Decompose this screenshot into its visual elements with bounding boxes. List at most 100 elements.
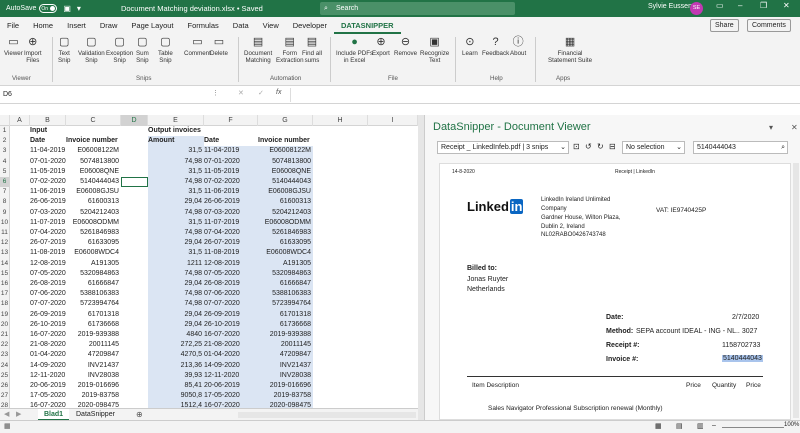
cell-output-date[interactable]: 12-08-2019 [204,258,258,269]
cell-d[interactable] [121,228,148,238]
row-header[interactable]: 2 [0,136,10,147]
column-header-h[interactable]: H [313,115,368,126]
quick-access-more-icon[interactable]: ▾ [77,4,81,13]
cell-output-invoice[interactable]: 5723994764 [258,299,313,310]
sheet-vertical-scrollbar[interactable] [418,115,424,420]
row-header[interactable]: 5 [0,166,10,177]
share-button[interactable]: Share [710,19,739,32]
cell-date[interactable]: 12-08-2019 [30,259,66,269]
cell-d[interactable] [121,208,148,218]
cell-amount[interactable]: 29,04 [148,309,204,320]
cell-output-invoice[interactable]: 61633095 [258,238,313,249]
cell-invoice-number[interactable]: 5723994764 [66,299,121,309]
cell-output-invoice[interactable]: 5261846983 [258,228,313,239]
fx-icon[interactable]: fx [276,89,281,96]
cell-invoice-number[interactable]: 61600313 [66,197,121,207]
cell-output-date[interactable]: 11-08-2019 [204,248,258,259]
ribbon-display-icon[interactable]: ▭ [716,1,724,10]
tab-view[interactable]: View [256,17,286,34]
cell-d[interactable] [121,269,148,279]
cell-date[interactable]: 11-07-2019 [30,218,66,228]
find-sums-button[interactable]: ▤ Find all sums [302,36,322,64]
cell-amount[interactable]: 31,5 [148,146,204,157]
cell-date[interactable]: 26-07-2019 [30,238,66,248]
row-header[interactable]: 16 [0,279,10,290]
cell-output-invoice[interactable]: 5320984863 [258,268,313,279]
cell-invoice-number[interactable]: 5074813800 [66,157,121,167]
about-button[interactable]: ⓘ About [510,36,526,57]
row-header[interactable]: 7 [0,187,10,198]
cell-invoice-number[interactable]: 20011145 [66,340,121,350]
cell-date[interactable]: 11-04-2019 [30,146,66,156]
cell-d[interactable] [121,299,148,309]
row-header[interactable]: 13 [0,248,10,259]
table-snip-button[interactable]: ▢ Table Snip [158,36,173,64]
remove-button[interactable]: ⊖ Remove [394,36,417,57]
autosave-toggle[interactable]: On [39,4,58,13]
cell-invoice-number[interactable]: E06008WDC4 [66,248,121,258]
cell-amount[interactable]: 39,93 [148,370,204,381]
cell-output-invoice[interactable]: INV21437 [258,360,313,371]
cell-d[interactable] [121,146,148,156]
column-header-e[interactable]: E [148,115,204,126]
toggle-button[interactable]: ● Include PDFs in Excel [336,36,373,64]
zoom-level[interactable]: 100% [784,422,799,428]
cell-invoice-number[interactable]: 5261846983 [66,228,121,238]
row-header[interactable]: 11 [0,228,10,239]
cell-amount[interactable]: 213,36 [148,360,204,371]
pane-close-icon[interactable]: ✕ [791,123,798,132]
exception-snip-button[interactable]: ▢ Exception Snip [106,36,133,64]
cell-d[interactable] [121,391,148,401]
cell-date[interactable]: 11-08-2019 [30,248,66,258]
cell-output-invoice[interactable]: 5204212403 [258,207,313,218]
enter-icon[interactable]: ✓ [258,89,264,97]
cell-d[interactable] [121,330,148,340]
column-header-f[interactable]: F [204,115,258,126]
page-layout-view-icon[interactable]: ▤ [676,422,683,430]
cell-amount[interactable]: 4840 [148,330,204,341]
save-icon[interactable]: ▣ [63,4,71,13]
row-header[interactable]: 15 [0,268,10,279]
cell-d[interactable] [121,371,148,381]
cell-output-date[interactable] [204,126,258,136]
cell-invoice-number[interactable]: 61633095 [66,238,121,248]
cell-output-date[interactable]: 11-07-2019 [204,217,258,228]
cell-output-date[interactable]: 07-06-2020 [204,289,258,300]
cell-d[interactable] [121,289,148,299]
cell-invoice-number[interactable]: E06008GJSU [66,187,121,197]
row-header[interactable]: 14 [0,258,10,269]
cell-date[interactable]: 26-06-2019 [30,197,66,207]
cell-output-invoice[interactable]: INV28038 [258,370,313,381]
cell-output-invoice[interactable]: 61600313 [258,197,313,208]
text-snip-button[interactable]: ▢ Text Snip [58,36,70,64]
cell-invoice-number[interactable]: 47209847 [66,350,121,360]
row-header[interactable]: 25 [0,370,10,381]
cell-output-invoice[interactable]: A191305 [258,258,313,269]
cell-amount[interactable]: 31,5 [148,248,204,259]
tab-file[interactable]: File [0,17,26,34]
document-matching-button[interactable]: ▤ Document Matching [244,36,272,64]
fit-page-icon[interactable]: ⊡ [573,142,580,151]
cell-amount[interactable]: 272,25 [148,340,204,351]
cell-amount[interactable]: 74,98 [148,177,204,188]
cell-amount[interactable]: 31,5 [148,187,204,198]
cell-output-invoice[interactable]: 61701318 [258,309,313,320]
row-header[interactable]: 8 [0,197,10,208]
zoom-slider[interactable] [722,427,784,428]
cell-output-invoice[interactable]: E06008WDC4 [258,248,313,259]
cell-invoice-number[interactable]: 5320984863 [66,269,121,279]
cell-output-date[interactable]: 11-04-2019 [204,146,258,157]
cell-d[interactable] [121,126,148,136]
row-header[interactable]: 12 [0,238,10,249]
cell-output-invoice[interactable]: 5388106383 [258,289,313,300]
cell-date[interactable]: 16-07-2020 [30,330,66,340]
cell-invoice-number[interactable]: 61666847 [66,279,121,289]
cell-amount[interactable]: 74,98 [148,207,204,218]
page-break-view-icon[interactable]: ▥ [697,422,704,430]
cell-output-date[interactable]: 17-05-2020 [204,391,258,402]
cell-output-invoice[interactable]: E06008QNE [258,166,313,177]
cell-amount[interactable]: 1211 [148,258,204,269]
cell-amount[interactable]: 29,04 [148,197,204,208]
column-header-b[interactable]: B [30,115,66,126]
row-header[interactable]: 24 [0,360,10,371]
